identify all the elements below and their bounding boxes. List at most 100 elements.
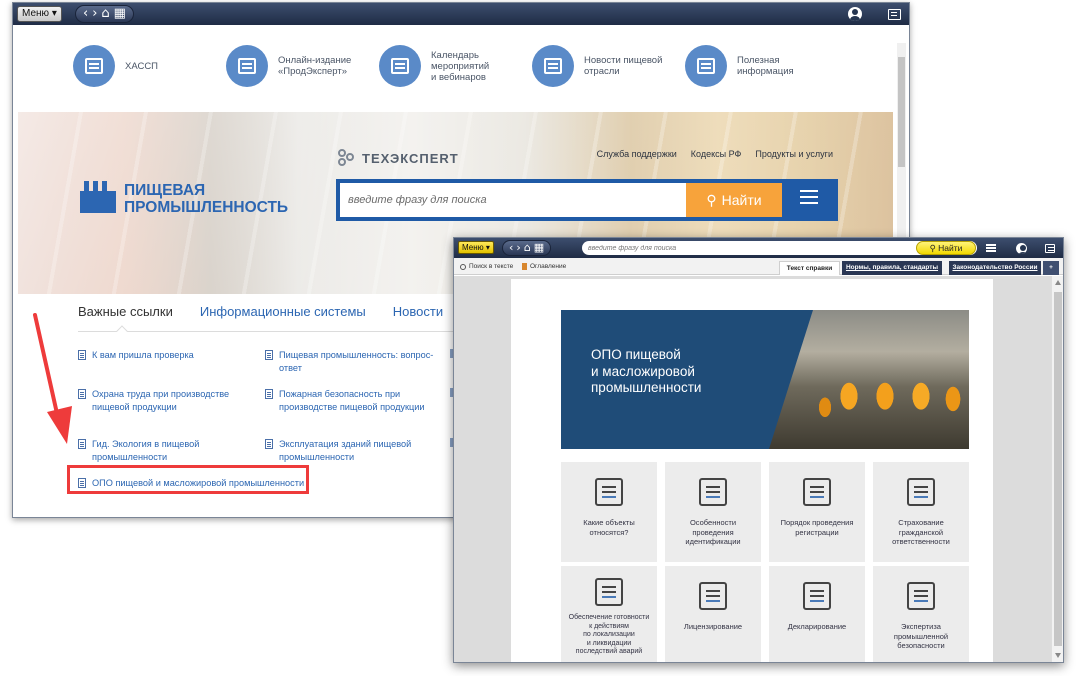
- grid-icon[interactable]: ▦: [534, 241, 544, 255]
- find-button-label: Найти: [938, 243, 963, 253]
- techexpert-wordmark: ТЕХЭКСПЕRТ: [362, 150, 459, 166]
- tile-label: Страхование гражданской ответственности: [892, 518, 950, 546]
- quicklink-label: Календарь мероприятий и вебинаров: [431, 49, 490, 83]
- tab-info-systems[interactable]: Информационные системы: [200, 304, 366, 327]
- factory-icon: [595, 478, 623, 506]
- newspaper-icon: [532, 45, 574, 87]
- search-bar: ⚲ Найти: [336, 179, 838, 221]
- document-icon: [265, 439, 273, 449]
- tile-label: Порядок проведения регистрации: [780, 518, 854, 537]
- tab-russian-legislation[interactable]: Законодательство России: [949, 261, 1041, 275]
- link-products[interactable]: Продукты и услуги: [755, 149, 833, 159]
- quicklink-haccp[interactable]: ХАССП: [73, 45, 158, 87]
- quicklink-label: Новости пищевой отрасли: [584, 55, 663, 77]
- tab-norms-standards[interactable]: Нормы, правила, стандарты: [842, 261, 942, 275]
- feedback-icon[interactable]: [885, 6, 903, 22]
- tile-identification[interactable]: Особенности проведения идентификации: [665, 462, 761, 562]
- search-in-text-label: Поиск в тексте: [469, 263, 514, 270]
- toc-button[interactable]: Оглавление: [522, 263, 566, 270]
- home-icon[interactable]: ⌂: [524, 241, 531, 255]
- menu-arrow-icon: ▾: [51, 8, 57, 19]
- link-item[interactable]: Гид. Экология в пищевой промышленности: [78, 438, 248, 463]
- search-button[interactable]: ⚲ Найти: [686, 183, 782, 217]
- tile-declaration[interactable]: Декларирование: [769, 566, 865, 662]
- tile-emergency-readiness[interactable]: Обеспечение готовности к действиям по ло…: [561, 566, 657, 662]
- scrollbar-thumb[interactable]: [898, 57, 905, 167]
- search-icon: ⚲: [929, 243, 936, 253]
- brand-title-line: ПРОМЫШЛЕННОСТЬ: [124, 199, 289, 216]
- tank-icon: [595, 578, 623, 606]
- hamburger-menu-icon[interactable]: [984, 241, 998, 255]
- quicklink-prodexpert[interactable]: Онлайн-издание «ПродЭксперт»: [226, 45, 351, 87]
- tile-insurance[interactable]: Страхование гражданской ответственности: [873, 462, 969, 562]
- menu-button[interactable]: Меню ▾: [17, 6, 62, 22]
- tile-registration[interactable]: Порядок проведения регистрации: [769, 462, 865, 562]
- link-label: К вам пришла проверка: [92, 350, 194, 360]
- tile-which-objects[interactable]: Какие объекты относятся?: [561, 462, 657, 562]
- document-window: Меню ▾ ‹ › ⌂ ▦ ⚲ Найти Поиск в тексте: [453, 237, 1064, 663]
- link-item[interactable]: Пожарная безопасность при производстве п…: [265, 388, 435, 413]
- menu-button[interactable]: Меню ▾: [458, 241, 494, 254]
- add-tab-button[interactable]: +: [1043, 261, 1059, 275]
- document-page: ОПО пищевой и масложировой промышленност…: [511, 279, 993, 662]
- link-label: Охрана труда при производстве пищевой пр…: [92, 389, 230, 412]
- techexpert-logo: ТЕХЭКСПЕRТ: [338, 149, 459, 167]
- top-links: Служба поддержки Кодексы РФ Продукты и у…: [597, 149, 833, 159]
- user-icon[interactable]: [1014, 241, 1028, 255]
- back-icon[interactable]: ‹: [83, 6, 88, 22]
- quicklink-calendar[interactable]: Календарь мероприятий и вебинаров: [379, 45, 489, 87]
- home-icon[interactable]: ⌂: [101, 6, 109, 22]
- document-viewport: ОПО пищевой и масложировой промышленност…: [454, 276, 1051, 662]
- grid-icon[interactable]: ▦: [114, 6, 126, 22]
- user-icon[interactable]: [846, 6, 864, 22]
- tab-important-links[interactable]: Важные ссылки: [78, 304, 173, 327]
- document-icon: [78, 439, 86, 449]
- link-label: Пожарная безопасность при производстве п…: [279, 389, 425, 412]
- tab-help-text[interactable]: Текст справки: [779, 261, 840, 275]
- id-lock-icon: [699, 478, 727, 506]
- scrollbar-thumb[interactable]: [1054, 292, 1062, 646]
- forward-icon[interactable]: ›: [516, 241, 520, 255]
- tile-licensing[interactable]: Лицензирование: [665, 566, 761, 662]
- scroll-up-icon[interactable]: [1055, 280, 1061, 285]
- quicklink-news[interactable]: Новости пищевой отрасли: [532, 45, 662, 87]
- link-label: Эксплуатация зданий пищевой промышленнос…: [279, 439, 412, 462]
- bottling-line-image: [769, 310, 969, 449]
- brand-title[interactable]: ПИЩЕВАЯ ПРОМЫШЛЕННОСТЬ: [124, 182, 288, 216]
- tile-label: Особенности проведения идентификации: [685, 518, 741, 546]
- techexpert-mark-icon: [338, 149, 356, 167]
- hamburger-menu-icon[interactable]: [800, 190, 818, 192]
- tile-label: Экспертиза промышленной безопасности: [893, 622, 949, 650]
- link-item[interactable]: К вам пришла проверка: [78, 349, 248, 362]
- link-support[interactable]: Служба поддержки: [597, 149, 677, 159]
- navigation-group: ‹ › ⌂ ▦: [502, 240, 552, 256]
- top-toolbar: Меню ▾ ‹ › ⌂ ▦: [13, 3, 909, 25]
- scroll-down-icon[interactable]: [1055, 653, 1061, 658]
- monitor-icon: [226, 45, 268, 87]
- link-item[interactable]: Эксплуатация зданий пищевой промышленнос…: [265, 438, 435, 463]
- banner-title: ОПО пищевой и масложировой промышленност…: [591, 347, 702, 395]
- link-item[interactable]: Охрана труда при производстве пищевой пр…: [78, 388, 248, 413]
- feedback-icon[interactable]: [1043, 241, 1057, 255]
- search-input[interactable]: [340, 183, 686, 217]
- tile-safety-expertise[interactable]: Экспертиза промышленной безопасности: [873, 566, 969, 662]
- quicklink-label: Онлайн-издание «ПродЭксперт»: [278, 55, 352, 77]
- link-item[interactable]: Пищевая промышленность: вопрос- ответ: [265, 349, 435, 374]
- document-icon: [265, 350, 273, 360]
- link-codexes[interactable]: Кодексы РФ: [691, 149, 742, 159]
- tab-news[interactable]: Новости: [393, 304, 443, 327]
- search-in-text-button[interactable]: Поиск в тексте: [460, 263, 513, 270]
- search-button-label: Найти: [721, 192, 762, 208]
- menu-label: Меню: [462, 243, 484, 252]
- vertical-scrollbar[interactable]: [1051, 276, 1063, 662]
- document-toolbar: Меню ▾ ‹ › ⌂ ▦ ⚲ Найти: [454, 238, 1063, 258]
- find-button[interactable]: ⚲ Найти: [916, 241, 976, 255]
- quicklink-useful-info[interactable]: Полезная информация: [685, 45, 794, 87]
- navigation-group: ‹ › ⌂ ▦: [75, 5, 134, 23]
- magnifier-icon: [460, 263, 466, 270]
- search-icon: ⚲: [706, 191, 717, 208]
- link-label: Пищевая промышленность: вопрос- ответ: [279, 350, 434, 373]
- back-icon[interactable]: ‹: [509, 241, 513, 255]
- forward-icon[interactable]: ›: [92, 6, 97, 22]
- shield-hands-icon: [907, 478, 935, 506]
